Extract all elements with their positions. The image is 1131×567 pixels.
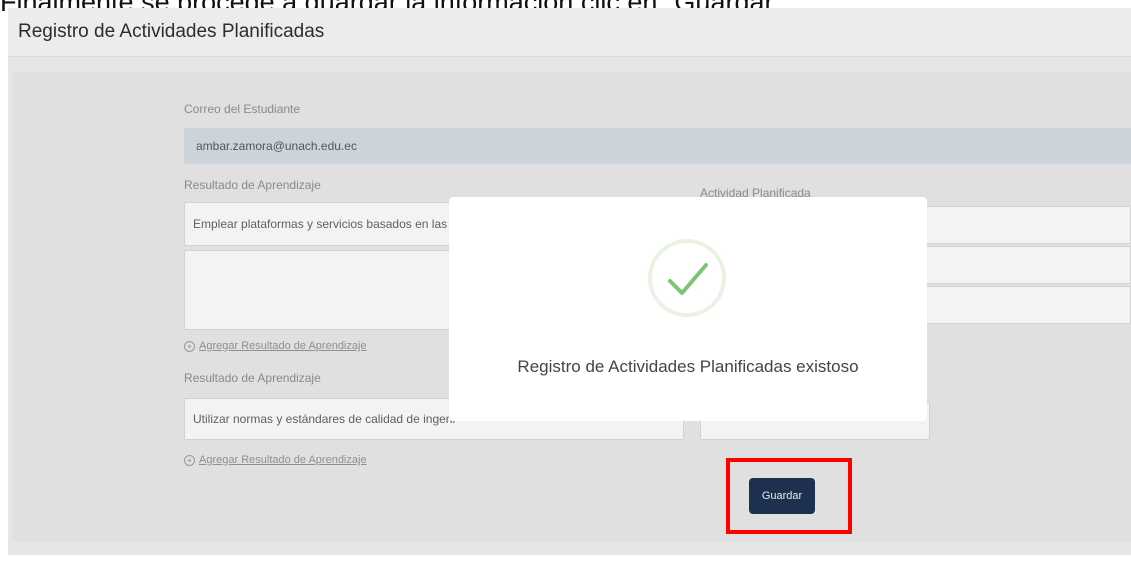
check-icon (668, 263, 708, 295)
highlight-box (726, 458, 852, 534)
add-learning-result-label-2: Agregar Resultado de Aprendizaje (199, 454, 367, 466)
page-title: Registro de Actividades Planificadas (18, 21, 325, 42)
success-message: Registro de Actividades Planificadas exi… (517, 357, 859, 376)
plus-icon: + (184, 340, 195, 352)
student-email-field[interactable]: ambar.zamora@unach.edu.ec (184, 128, 1131, 164)
learning-result-label-1: Resultado de Aprendizaje (184, 178, 321, 192)
add-learning-result-link-2[interactable]: + Agregar Resultado de Aprendizaje (184, 454, 367, 466)
learning-result-label-2: Resultado de Aprendizaje (184, 371, 321, 385)
add-learning-result-label-1: Agregar Resultado de Aprendizaje (199, 340, 367, 352)
add-learning-result-link-1[interactable]: + Agregar Resultado de Aprendizaje (184, 340, 367, 352)
page-header: Registro de Actividades Planificadas (8, 8, 1131, 57)
success-icon-circle (648, 239, 726, 317)
success-dialog: Registro de Actividades Planificadas exi… (449, 197, 927, 421)
student-email-label: Correo del Estudiante (184, 102, 301, 116)
plus-icon: + (184, 454, 195, 466)
